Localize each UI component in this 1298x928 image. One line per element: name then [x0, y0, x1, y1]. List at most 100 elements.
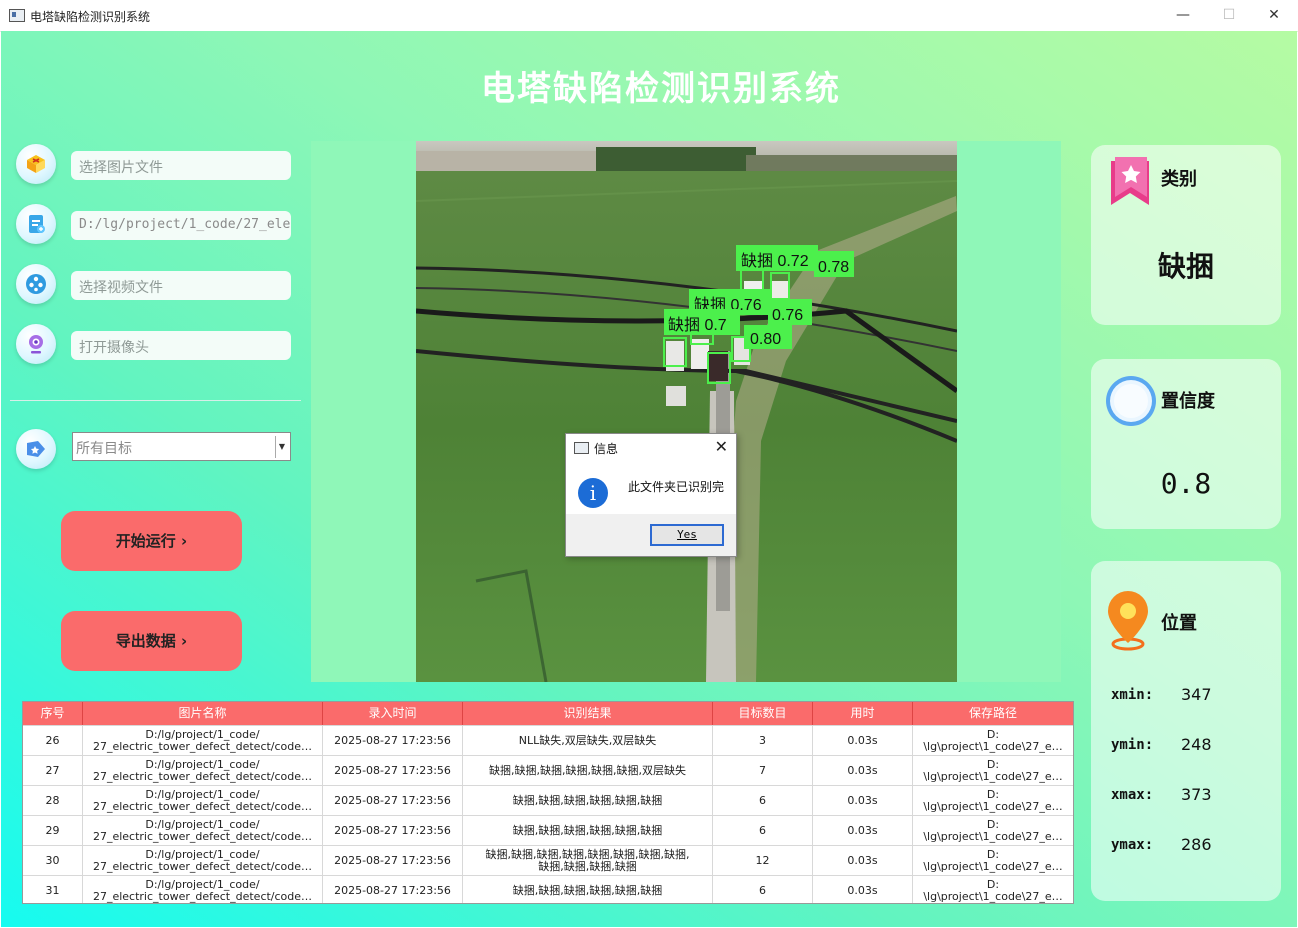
table-cell-elapsed: 0.03s — [813, 876, 913, 903]
detection-label: 0.76 — [772, 307, 803, 324]
ymax-label: ymax: — [1111, 837, 1154, 853]
table-row[interactable]: 31 D:/lg/project/1_code/ 27_electric_towe… — [23, 875, 1073, 903]
video-file-input[interactable]: 选择视频文件 — [71, 271, 291, 300]
table-header[interactable]: 用时 — [813, 702, 913, 725]
app-window-icon — [9, 9, 25, 22]
info-icon: i — [578, 478, 608, 508]
image-file-icon[interactable] — [16, 144, 56, 184]
dialog-message: 此文件夹已识别完 — [628, 480, 725, 494]
category-value: 缺捆 — [1157, 250, 1214, 283]
image-file-input[interactable]: 选择图片文件 — [71, 151, 291, 180]
ymax-row: ymax: 286 — [1111, 835, 1212, 854]
table-cell-count: 6 — [713, 816, 813, 845]
export-button[interactable]: 导出数据 › — [61, 611, 242, 671]
main-panel: 电塔缺陷检测识别系统 选择图片文件 D:/lg/project/1_code/2… — [1, 31, 1297, 927]
table-header[interactable]: 序号 — [23, 702, 83, 725]
camera-input[interactable]: 打开摄像头 — [71, 331, 291, 360]
table-cell-name: D:/lg/project/1_code/ 27_electric_tower_… — [83, 786, 323, 815]
chevron-down-icon[interactable]: ▼ — [275, 436, 288, 458]
results-table[interactable]: 序号 图片名称 录入时间 识别结果 目标数目 用时 保存路径 26 D:/lg/p… — [22, 701, 1074, 904]
table-cell-name: D:/lg/project/1_code/ 27_electric_tower_… — [83, 846, 323, 875]
table-cell-elapsed: 0.03s — [813, 816, 913, 845]
ymin-label: ymin: — [1111, 737, 1154, 753]
table-row[interactable]: 26 D:/lg/project/1_code/ 27_electric_towe… — [23, 725, 1073, 755]
table-cell-elapsed: 0.03s — [813, 786, 913, 815]
table-cell-id: 28 — [23, 786, 83, 815]
dialog-title: 信息 — [594, 442, 619, 456]
folder-icon[interactable] — [16, 204, 56, 244]
table-header[interactable]: 图片名称 — [83, 702, 323, 725]
confidence-label: 置信度 — [1161, 391, 1215, 412]
xmin-label: xmin: — [1111, 687, 1154, 703]
table-cell-path: D: \lg\project\1_code\27_e… — [923, 727, 1063, 753]
xmax-value: 373 — [1181, 785, 1212, 804]
dialog-window-icon — [574, 442, 589, 454]
minimize-button[interactable]: — — [1160, 0, 1206, 31]
table-row[interactable]: 30 D:/lg/project/1_code/ 27_electric_towe… — [23, 845, 1073, 875]
table-cell-id: 30 — [23, 846, 83, 875]
table-cell-path: D: \lg\project\1_code\27_e… — [923, 877, 1063, 903]
xmin-value: 347 — [1181, 685, 1212, 704]
table-header[interactable]: 识别结果 — [463, 702, 713, 725]
detection-label: 0.80 — [750, 331, 781, 348]
maximize-button[interactable]: ☐ — [1206, 0, 1252, 31]
table-cell-count: 12 — [713, 846, 813, 875]
table-cell-result: 缺捆,缺捆,缺捆,缺捆,缺捆,缺捆,双层缺失 — [463, 756, 713, 785]
table-cell-time: 2025-08-27 17:23:56 — [323, 726, 463, 755]
dialog-footer: Yes — [566, 514, 736, 556]
table-cell-time: 2025-08-27 17:23:56 — [323, 816, 463, 845]
table-cell-name: D:/lg/project/1_code/ 27_electric_tower_… — [83, 756, 323, 785]
start-button[interactable]: 开始运行 › — [61, 511, 242, 571]
dialog-yes-button[interactable]: Yes — [650, 524, 724, 546]
table-cell-path: D: \lg\project\1_code\27_e… — [923, 787, 1063, 813]
table-cell-time: 2025-08-27 17:23:56 — [323, 786, 463, 815]
confidence-card: 置信度 0.8 — [1091, 359, 1281, 529]
table-header[interactable]: 录入时间 — [323, 702, 463, 725]
table-cell-id: 31 — [23, 876, 83, 903]
xmin-row: xmin: 347 — [1111, 685, 1212, 704]
table-header[interactable]: 目标数目 — [713, 702, 813, 725]
dialog-body: i 此文件夹已识别完 — [566, 464, 736, 514]
table-cell-result: 缺捆,缺捆,缺捆,缺捆,缺捆,缺捆 — [463, 786, 713, 815]
table-header[interactable]: 保存路径 — [913, 702, 1073, 725]
app-title: 电塔缺陷检测识别系统 — [481, 69, 841, 109]
target-select[interactable]: 所有目标 ▼ — [72, 432, 291, 461]
table-cell-result: 缺捆,缺捆,缺捆,缺捆,缺捆,缺捆 — [463, 876, 713, 903]
dialog-close-icon[interactable]: ✕ — [715, 437, 728, 456]
table-cell-result: 缺捆,缺捆,缺捆,缺捆,缺捆,缺捆 — [463, 816, 713, 845]
table-cell-count: 3 — [713, 726, 813, 755]
sidebar-divider — [10, 400, 301, 401]
table-cell-path: D: \lg\project\1_code\27_e… — [923, 817, 1063, 843]
table-cell-name: D:/lg/project/1_code/ 27_electric_tower_… — [83, 816, 323, 845]
table-cell-time: 2025-08-27 17:23:56 — [323, 876, 463, 903]
position-card: 位置 xmin: 347 ymin: 248 xmax: 373 ymax: 2… — [1091, 561, 1281, 901]
table-cell-name: D:/lg/project/1_code/ 27_electric_tower_… — [83, 726, 323, 755]
ymin-row: ymin: 248 — [1111, 735, 1212, 754]
table-cell-elapsed: 0.03s — [813, 846, 913, 875]
xmax-row: xmax: 373 — [1111, 785, 1212, 804]
window-title: 电塔缺陷检测识别系统 — [30, 10, 151, 24]
table-row[interactable]: 29 D:/lg/project/1_code/ 27_electric_towe… — [23, 815, 1073, 845]
bookmark-star-icon — [1111, 157, 1149, 205]
xmax-label: xmax: — [1111, 787, 1154, 803]
table-cell-result: NLL缺失,双层缺失,双层缺失 — [463, 726, 713, 755]
target-select-value: 所有目标 — [76, 441, 132, 457]
detection-label: 0.78 — [818, 259, 849, 276]
video-file-icon[interactable] — [16, 264, 56, 304]
table-row[interactable]: 27 D:/lg/project/1_code/ 27_electric_towe… — [23, 755, 1073, 785]
table-cell-id: 29 — [23, 816, 83, 845]
ymax-value: 286 — [1181, 835, 1212, 854]
camera-icon[interactable] — [16, 324, 56, 364]
category-label: 类别 — [1161, 169, 1197, 190]
table-row[interactable]: 28 D:/lg/project/1_code/ 27_electric_towe… — [23, 785, 1073, 815]
table-cell-name: D:/lg/project/1_code/ 27_electric_tower_… — [83, 876, 323, 903]
folder-path-input[interactable]: D:/lg/project/1_code/27_electric_tower_d… — [71, 211, 291, 240]
close-button[interactable]: ✕ — [1251, 0, 1297, 31]
info-dialog: 信息 ✕ i 此文件夹已识别完 Yes — [565, 433, 737, 557]
window-titlebar: 电塔缺陷检测识别系统 — ☐ ✕ — [0, 0, 1298, 32]
table-cell-count: 6 — [713, 876, 813, 903]
ymin-value: 248 — [1181, 735, 1212, 754]
category-card: 类别 缺捆 — [1091, 145, 1281, 325]
position-label: 位置 — [1161, 613, 1197, 634]
table-cell-path: D: \lg\project\1_code\27_e… — [923, 757, 1063, 783]
